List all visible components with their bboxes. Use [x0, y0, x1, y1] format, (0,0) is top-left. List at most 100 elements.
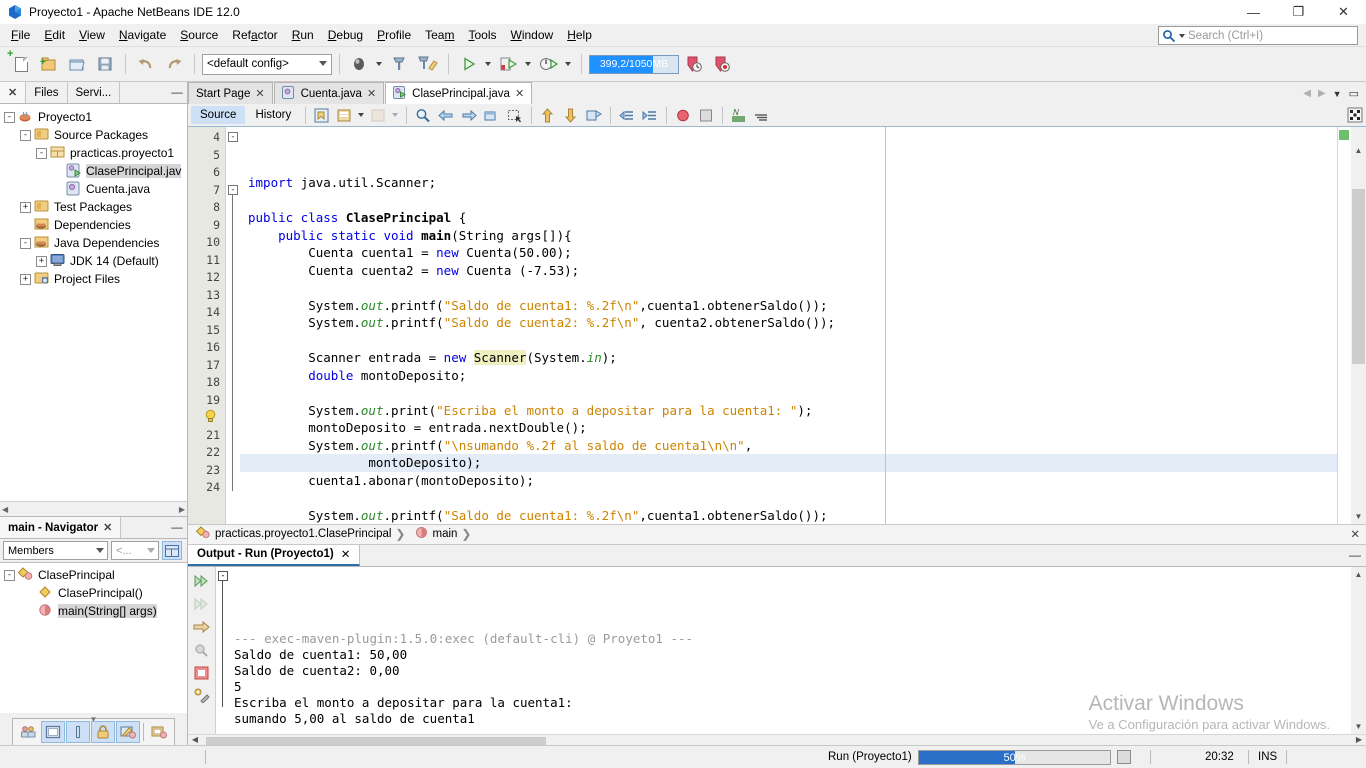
memory-gauge[interactable]: 399,2/1050MB: [589, 54, 679, 74]
scroll-right-icon[interactable]: ▶: [1352, 735, 1366, 744]
code-line[interactable]: [240, 489, 1337, 507]
nav-row-constructor[interactable]: ClasePrincipal(): [0, 584, 187, 602]
lock-button[interactable]: [91, 721, 115, 743]
scroll-down-icon[interactable]: ▼: [1355, 719, 1363, 734]
debug-project-button[interactable]: [496, 51, 522, 77]
run-dropdown-icon[interactable]: [485, 62, 491, 66]
code-line[interactable]: [240, 192, 1337, 210]
tree-row-java-dependencies[interactable]: - Java Dependencies: [0, 234, 187, 252]
main-project-dropdown-icon[interactable]: [376, 62, 382, 66]
scroll-left-icon[interactable]: ◀: [188, 735, 202, 744]
error-stripe[interactable]: [1337, 127, 1351, 524]
scroll-up-icon[interactable]: ▲: [1355, 567, 1363, 582]
code-line[interactable]: System.out.printf("Saldo de cuenta1: %.2…: [240, 507, 1337, 524]
format-button[interactable]: N: [728, 105, 750, 125]
expander-icon[interactable]: +: [20, 273, 31, 285]
scroll-left-icon[interactable]: ◀: [2, 505, 8, 514]
record-button[interactable]: [709, 51, 735, 77]
rerun-button[interactable]: [192, 573, 212, 589]
menu-file[interactable]: File: [4, 25, 37, 45]
close-icon[interactable]: ✕: [255, 87, 264, 100]
open-project-button[interactable]: [64, 51, 90, 77]
scroll-up-icon[interactable]: ▲: [1355, 143, 1363, 158]
output-minimize-button[interactable]: —: [1344, 544, 1366, 566]
properties-button[interactable]: [147, 721, 171, 743]
tab-source[interactable]: Source: [191, 106, 246, 125]
expander-icon[interactable]: -: [4, 111, 15, 123]
toggle-highlight-button[interactable]: [583, 105, 605, 125]
navigator-minimize-button[interactable]: —: [167, 517, 187, 538]
tab-services[interactable]: Servi...: [68, 82, 121, 103]
menu-debug[interactable]: Debug: [321, 25, 370, 45]
stop-task-icon[interactable]: [1117, 750, 1131, 764]
code-line[interactable]: montoDeposito);: [240, 454, 1337, 472]
status-progress-bar[interactable]: 50%: [918, 750, 1111, 765]
menu-help[interactable]: Help: [560, 25, 599, 45]
expander-icon[interactable]: -: [36, 147, 47, 159]
menu-team[interactable]: Team: [418, 25, 461, 45]
tree-row-package[interactable]: - practicas.proyecto1: [0, 144, 187, 162]
code-editor[interactable]: 4 5 6 7 8 9 10 11 12 13 14 15 16 17 18 19 21 22 23 24 -- im…: [188, 127, 1366, 524]
code-line[interactable]: System.out.printf("\nsumando %.2f al sal…: [240, 437, 1337, 455]
next-error-button[interactable]: [560, 105, 582, 125]
tab-list-icon[interactable]: ▼: [1333, 89, 1342, 99]
code-line[interactable]: montoDeposito = entrada.nextDouble();: [240, 419, 1337, 437]
code-line[interactable]: public static void main(String args[]){: [240, 227, 1337, 245]
run-project-button[interactable]: [456, 51, 482, 77]
breadcrumb-close-icon[interactable]: ✕: [1350, 527, 1360, 541]
expander-icon[interactable]: -: [4, 569, 15, 581]
save-all-button[interactable]: [92, 51, 118, 77]
code-line[interactable]: cuenta1.abonar(montoDeposito);: [240, 472, 1337, 490]
editor-tab-start-page[interactable]: Start Page ✕: [188, 82, 273, 105]
scroll-down-icon[interactable]: ▼: [1355, 509, 1363, 524]
menu-navigate[interactable]: Navigate: [112, 25, 173, 45]
editor-options-button[interactable]: [1347, 107, 1363, 126]
menu-run[interactable]: Run: [285, 25, 321, 45]
code-line[interactable]: System.out.print("Escriba el monto a dep…: [240, 402, 1337, 420]
code-line[interactable]: [240, 332, 1337, 350]
comment-button[interactable]: [751, 105, 773, 125]
tab-navigator[interactable]: main - Navigator ✕: [0, 517, 122, 538]
close-icon[interactable]: ✕: [515, 87, 524, 100]
projects-hscrollbar[interactable]: ◀ ▶: [0, 501, 187, 516]
close-icon[interactable]: ✕: [103, 521, 112, 534]
editor-scroll-thumb[interactable]: [1352, 189, 1365, 365]
expander-icon[interactable]: -: [20, 129, 31, 141]
tab-projects[interactable]: ✕: [0, 82, 27, 103]
tree-row-project-files[interactable]: + Project Files: [0, 270, 187, 288]
members-filter-select[interactable]: Members: [3, 541, 108, 560]
menu-profile[interactable]: Profile: [370, 25, 418, 45]
menu-refactor[interactable]: Refactor: [225, 25, 284, 45]
editor-tab-claseprincipal-java[interactable]: ClasePrincipal.java ✕: [385, 82, 533, 105]
scope-filter-select[interactable]: <...: [111, 541, 159, 560]
shift-line-left-button[interactable]: [616, 105, 638, 125]
maximize-editor-icon[interactable]: ▭: [1349, 87, 1359, 100]
tree-row-cuenta-java[interactable]: Cuenta.java: [0, 180, 187, 198]
build-project-button[interactable]: [387, 51, 413, 77]
editor-window-button[interactable]: [41, 721, 65, 743]
close-icon[interactable]: ✕: [341, 547, 351, 561]
new-project-button[interactable]: +: [36, 51, 62, 77]
bulb-hint-icon[interactable]: [188, 409, 225, 427]
editor-tab-cuenta-java[interactable]: Cuenta.java ✕: [273, 82, 385, 105]
history-clock-button[interactable]: [681, 51, 707, 77]
tab-output-run[interactable]: Output - Run (Proyecto1) ✕: [188, 544, 361, 566]
menu-source[interactable]: Source: [173, 25, 225, 45]
split-view-button[interactable]: [66, 721, 90, 743]
breadcrumb-class[interactable]: practicas.proyecto1.ClasePrincipal: [215, 528, 391, 540]
output-horizontal-scrollbar[interactable]: ◀ ▶: [188, 733, 1366, 748]
tree-row-dependencies[interactable]: Dependencies: [0, 216, 187, 234]
tree-row-proyecto1[interactable]: - Proyecto1: [0, 108, 187, 126]
tab-files[interactable]: Files: [26, 82, 68, 103]
last-edit-button[interactable]: [311, 105, 333, 125]
new-file-button[interactable]: +: [7, 49, 34, 77]
code-line[interactable]: import java.util.Scanner;: [240, 174, 1337, 192]
tree-row-test-packages[interactable]: + Test Packages: [0, 198, 187, 216]
maximize-button[interactable]: ❐: [1276, 0, 1321, 24]
find-selection-button[interactable]: [412, 105, 434, 125]
output-vertical-scrollbar[interactable]: ▲ ▼: [1351, 566, 1366, 734]
shift-dropdown-icon[interactable]: [392, 113, 399, 118]
profile-project-button[interactable]: [536, 51, 562, 77]
tree-row-jdk[interactable]: + JDK 14 (Default): [0, 252, 187, 270]
menu-window[interactable]: Window: [504, 25, 561, 45]
